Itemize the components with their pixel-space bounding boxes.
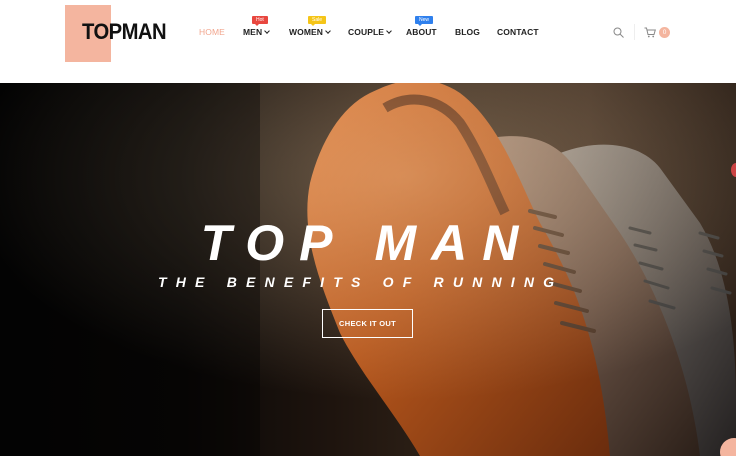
nav-home[interactable]: HOME <box>199 27 225 37</box>
nav-contact[interactable]: CONTACT <box>497 27 539 37</box>
hero-title-text: TOP MAN <box>200 215 534 271</box>
sale-badge: Sale <box>308 16 327 26</box>
hero-slider: TOP MAN THE BENEFITS OF RUNNING CHECK IT… <box>0 83 736 456</box>
slider-next-arrow[interactable] <box>731 163 736 177</box>
nav-couple[interactable]: COUPLE <box>348 27 392 37</box>
hero-subtitle: THE BENEFITS OF RUNNING <box>158 274 564 290</box>
hero-title: TOP MAN <box>0 214 736 272</box>
hot-badge: Hot <box>252 16 268 26</box>
site-header: TOPMAN HOME Hot MEN Sale WOMEN COUPLE Ne… <box>0 0 736 83</box>
nav-women[interactable]: WOMEN <box>289 27 331 37</box>
nav-about[interactable]: ABOUT <box>406 27 437 37</box>
header-divider <box>634 24 635 40</box>
chevron-down-icon <box>386 28 392 34</box>
nav-men[interactable]: MEN <box>243 27 271 37</box>
chevron-down-icon <box>264 28 271 34</box>
cart-count-badge: 0 <box>659 27 670 38</box>
nav-blog[interactable]: BLOG <box>455 27 480 37</box>
new-badge: New <box>415 16 434 26</box>
nav-men-label: MEN <box>243 27 263 37</box>
check-it-out-button[interactable]: CHECK IT OUT <box>322 309 413 338</box>
main-nav: HOME Hot MEN Sale WOMEN COUPLE New ABOUT… <box>0 0 736 83</box>
search-icon[interactable] <box>613 27 624 38</box>
nav-couple-label: COUPLE <box>348 27 385 37</box>
chevron-down-icon <box>325 28 331 34</box>
cart-icon[interactable] <box>644 27 656 38</box>
nav-women-label: WOMEN <box>289 27 324 37</box>
